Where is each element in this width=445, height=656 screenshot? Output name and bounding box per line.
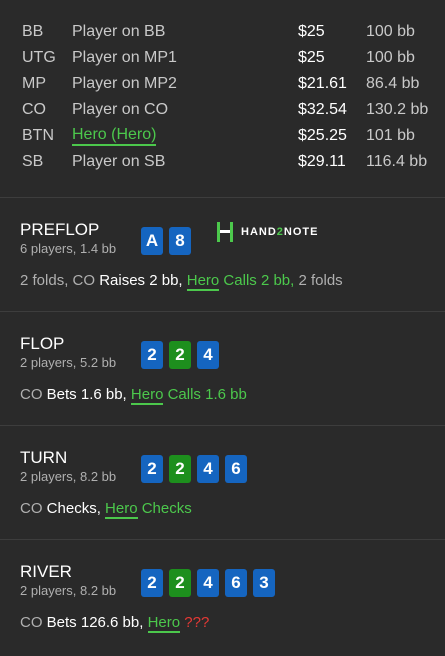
street-preflop: PREFLOP 6 players, 1.4 bb A 8 HAND2NOTE … [0, 198, 445, 312]
card: 4 [197, 455, 219, 483]
card: 4 [197, 341, 219, 369]
hero-link[interactable]: Hero [105, 500, 138, 519]
board-cards: 2 2 4 6 [141, 455, 247, 483]
card: 3 [253, 569, 275, 597]
street-actions: 2 folds, CO Raises 2 bb, Hero Calls 2 bb… [20, 272, 343, 291]
player-stack: $32.54 [298, 101, 347, 118]
player-position: BTN [22, 127, 54, 144]
player-position: CO [22, 101, 46, 118]
player-stack: $25 [298, 49, 325, 66]
card: 4 [197, 569, 219, 597]
player-stack: $25.25 [298, 127, 347, 144]
card: 2 [141, 455, 163, 483]
player-name: Player on CO [72, 101, 169, 118]
hand2note-logo-icon [217, 222, 233, 242]
card: 6 [225, 455, 247, 483]
player-stack: $25 [298, 23, 325, 40]
player-stack-bb: 116.4 bb [366, 153, 428, 170]
street-info: 2 players, 8.2 bb [20, 469, 117, 484]
street-turn: TURN 2 players, 8.2 bb 2 2 4 6 CO Checks… [0, 426, 445, 540]
player-name: Player on BB [72, 23, 166, 40]
player-stack: $29.11 [298, 153, 346, 170]
street-actions: CO Checks, Hero Checks [20, 500, 192, 519]
card: 2 [169, 455, 191, 483]
player-stack-bb: 86.4 bb [366, 75, 420, 92]
player-row: BB Player on BB $25 100 bb [0, 22, 445, 48]
card: 8 [169, 227, 191, 255]
player-name: Player on SB [72, 153, 166, 170]
player-stack-bb: 100 bb [366, 49, 415, 66]
street-title: RIVER [20, 562, 72, 581]
hero-link[interactable]: Hero [147, 614, 181, 633]
player-position: MP [22, 75, 46, 92]
street-info: 6 players, 1.4 bb [20, 241, 117, 256]
player-position: UTG [22, 49, 56, 66]
card: 2 [169, 341, 191, 369]
hero-link[interactable]: Hero [130, 386, 164, 405]
street-flop: FLOP 2 players, 5.2 bb 2 2 4 CO Bets 1.6… [0, 312, 445, 426]
street-info: 2 players, 5.2 bb [20, 355, 117, 370]
player-stack: $21.61 [298, 75, 347, 92]
street-info: 2 players, 8.2 bb [20, 583, 117, 598]
card: 6 [225, 569, 247, 597]
hero-link[interactable]: Hero [186, 272, 220, 291]
street-title: TURN [20, 448, 68, 467]
board-cards: 2 2 4 [141, 341, 219, 369]
player-name: Player on MP2 [72, 75, 177, 92]
card: A [141, 227, 163, 255]
card: 2 [169, 569, 191, 597]
player-row: SB Player on SB $29.11 116.4 bb [0, 152, 445, 178]
player-row: MP Player on MP2 $21.61 86.4 bb [0, 74, 445, 100]
player-stack-bb: 130.2 bb [366, 101, 429, 118]
player-row-hero: BTN Hero (Hero) $25.25 101 bb [0, 126, 445, 152]
hand2note-logo: HAND2NOTE [215, 221, 318, 243]
player-stack-bb: 100 bb [366, 23, 415, 40]
board-cards: 2 2 4 6 3 [141, 569, 275, 597]
hand2note-logo-text: HAND2NOTE [241, 226, 319, 238]
hero-name-link[interactable]: Hero (Hero) [72, 126, 157, 146]
player-position: SB [22, 153, 44, 170]
street-title: PREFLOP [20, 220, 100, 239]
street-title: FLOP [20, 334, 65, 353]
street-actions: CO Bets 1.6 bb, Hero Calls 1.6 bb [20, 386, 247, 405]
street-river: RIVER 2 players, 8.2 bb 2 2 4 6 3 CO Bet… [0, 540, 445, 656]
hole-cards: A 8 [141, 227, 191, 255]
player-stack-bb: 101 bb [366, 127, 415, 144]
player-position: BB [22, 23, 44, 40]
street-actions: CO Bets 126.6 bb, Hero ??? [20, 614, 210, 633]
player-name: Player on MP1 [72, 49, 177, 66]
players-table: BB Player on BB $25 100 bb UTG Player on… [0, 0, 445, 198]
card: 2 [141, 569, 163, 597]
player-row: UTG Player on MP1 $25 100 bb [0, 48, 445, 74]
player-row: CO Player on CO $32.54 130.2 bb [0, 100, 445, 126]
card: 2 [141, 341, 163, 369]
